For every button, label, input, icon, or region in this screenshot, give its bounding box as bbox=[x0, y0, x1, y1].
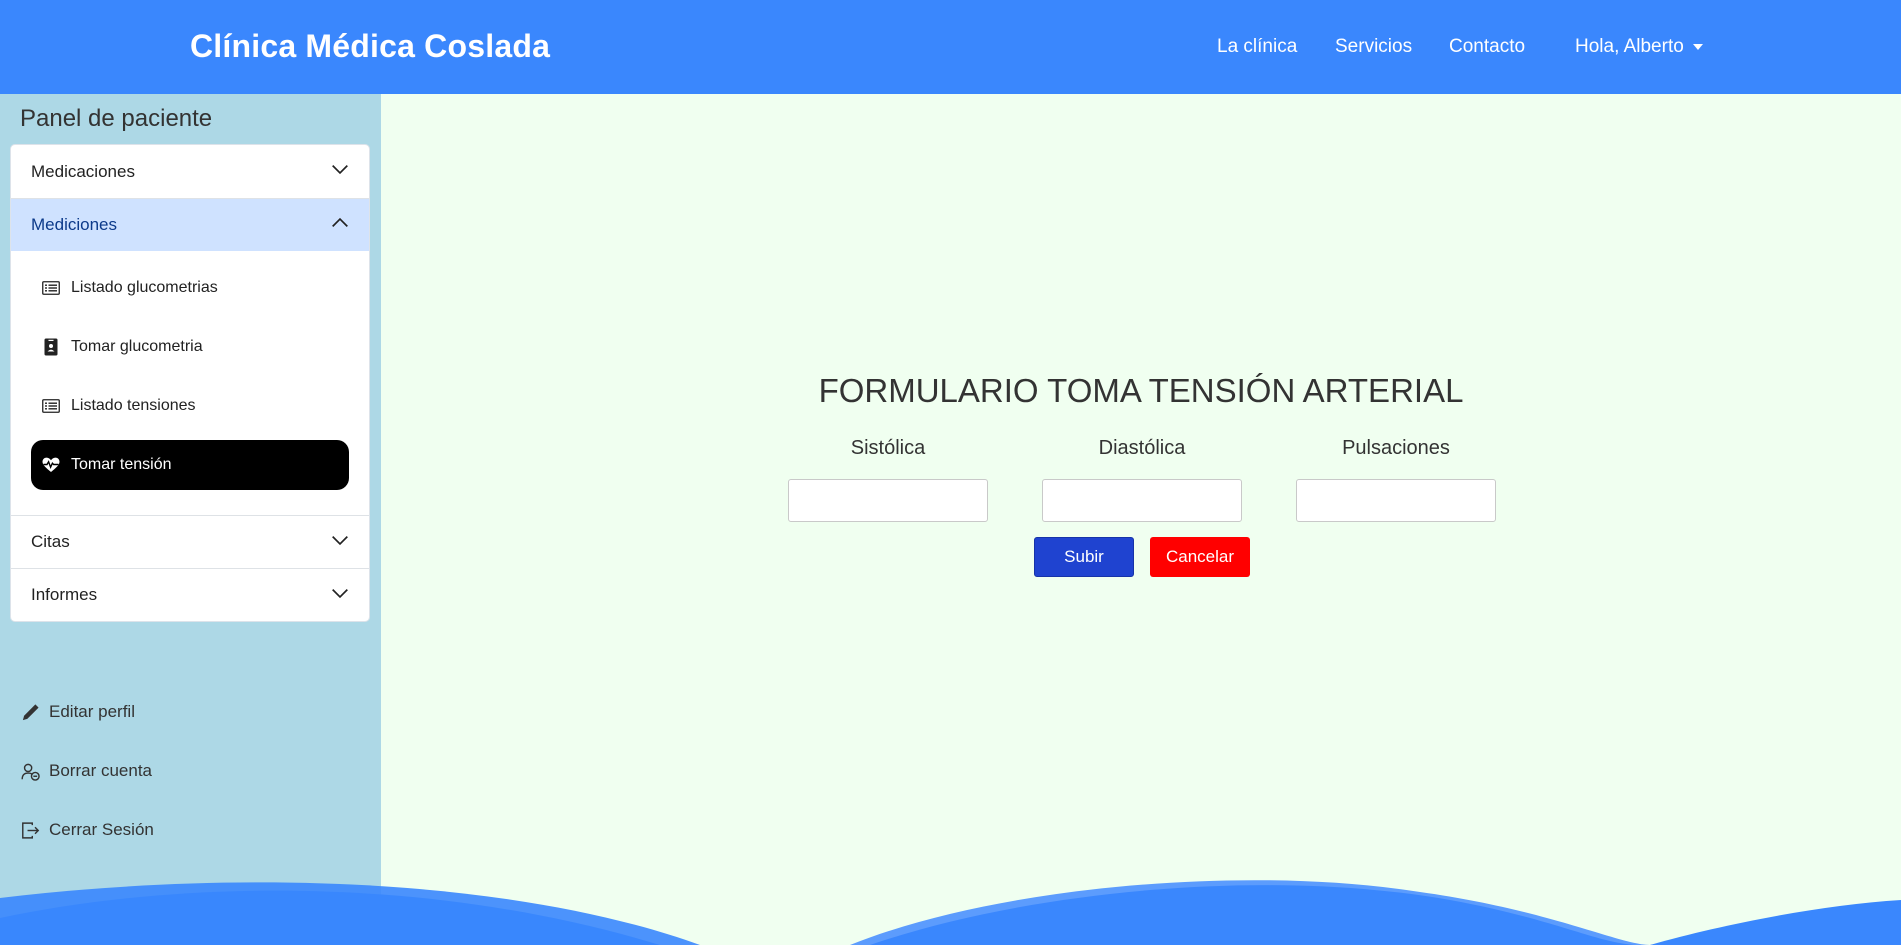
logout-icon bbox=[20, 820, 40, 840]
accordion-label: Informes bbox=[31, 585, 98, 604]
logout-link[interactable]: Cerrar Sesión bbox=[20, 820, 154, 840]
chevron-down-icon bbox=[331, 160, 349, 183]
sidebar: Panel de paciente Medicaciones Medicione… bbox=[0, 94, 381, 945]
user-greeting: Hola, Alberto bbox=[1575, 36, 1684, 57]
caret-down-icon bbox=[1692, 44, 1703, 50]
pulse-input[interactable] bbox=[1296, 479, 1496, 522]
accordion-citas[interactable]: Citas bbox=[11, 515, 369, 568]
accordion-label: Mediciones bbox=[31, 215, 117, 234]
accordion-label: Citas bbox=[31, 532, 70, 551]
nav-link-contacto[interactable]: Contacto bbox=[1449, 36, 1525, 58]
pencil-icon bbox=[20, 702, 40, 722]
sidebar-item-tomar-glucometria[interactable]: Tomar glucometria bbox=[31, 322, 349, 372]
diastolic-input[interactable] bbox=[1042, 479, 1242, 522]
sidebar-item-tomar-tension[interactable]: Tomar tensión bbox=[31, 440, 349, 490]
edit-profile-link[interactable]: Editar perfil bbox=[20, 702, 135, 722]
brand-title[interactable]: Clínica Médica Coslada bbox=[190, 28, 550, 65]
clipboard-person-icon bbox=[42, 338, 60, 356]
heart-pulse-icon bbox=[42, 456, 60, 474]
sidebar-item-label: Listado tensiones bbox=[71, 397, 196, 414]
accordion-medicaciones[interactable]: Medicaciones bbox=[11, 145, 369, 198]
sidebar-accordion: Medicaciones Mediciones Listado glucomet… bbox=[10, 144, 370, 622]
side-link-label: Cerrar Sesión bbox=[49, 820, 154, 839]
nav-link-servicios[interactable]: Servicios bbox=[1335, 36, 1412, 58]
person-remove-icon bbox=[20, 761, 40, 781]
submit-button[interactable]: Subir bbox=[1034, 537, 1134, 577]
sidebar-item-label: Tomar glucometria bbox=[71, 338, 203, 355]
pulse-label: Pulsaciones bbox=[1342, 437, 1450, 459]
accordion-informes[interactable]: Informes bbox=[11, 568, 369, 621]
side-link-label: Borrar cuenta bbox=[49, 761, 152, 780]
cancel-button[interactable]: Cancelar bbox=[1150, 537, 1250, 577]
form-title: FORMULARIO TOMA TENSIÓN ARTERIAL bbox=[818, 372, 1464, 409]
delete-account-link[interactable]: Borrar cuenta bbox=[20, 761, 152, 781]
side-link-label: Editar perfil bbox=[49, 702, 135, 721]
accordion-body-mediciones: Listado glucometrias Tomar glucometria L… bbox=[11, 251, 369, 515]
chevron-down-icon bbox=[331, 531, 349, 554]
chevron-up-icon bbox=[331, 214, 349, 237]
sidebar-item-label: Tomar tensión bbox=[71, 456, 172, 473]
top-navbar: Clínica Médica Coslada La clínica Servic… bbox=[0, 0, 1901, 94]
footer-wave bbox=[0, 880, 1901, 945]
sidebar-item-listado-glucometrias[interactable]: Listado glucometrias bbox=[31, 263, 349, 313]
systolic-label: Sistólica bbox=[850, 437, 926, 459]
accordion-mediciones[interactable]: Mediciones bbox=[11, 198, 369, 251]
chevron-down-icon bbox=[331, 584, 349, 607]
user-dropdown[interactable]: Hola, Alberto bbox=[1575, 36, 1703, 58]
list-icon bbox=[42, 279, 60, 297]
list-icon bbox=[42, 397, 60, 415]
diastolic-label: Diastólica bbox=[1098, 437, 1186, 459]
sidebar-item-listado-tensiones[interactable]: Listado tensiones bbox=[31, 381, 349, 431]
sidebar-item-label: Listado glucometrias bbox=[71, 279, 218, 296]
accordion-label: Medicaciones bbox=[31, 161, 135, 181]
nav-link-la-clinica[interactable]: La clínica bbox=[1217, 36, 1297, 58]
panel-title: Panel de paciente bbox=[20, 105, 213, 132]
systolic-input[interactable] bbox=[788, 479, 988, 522]
